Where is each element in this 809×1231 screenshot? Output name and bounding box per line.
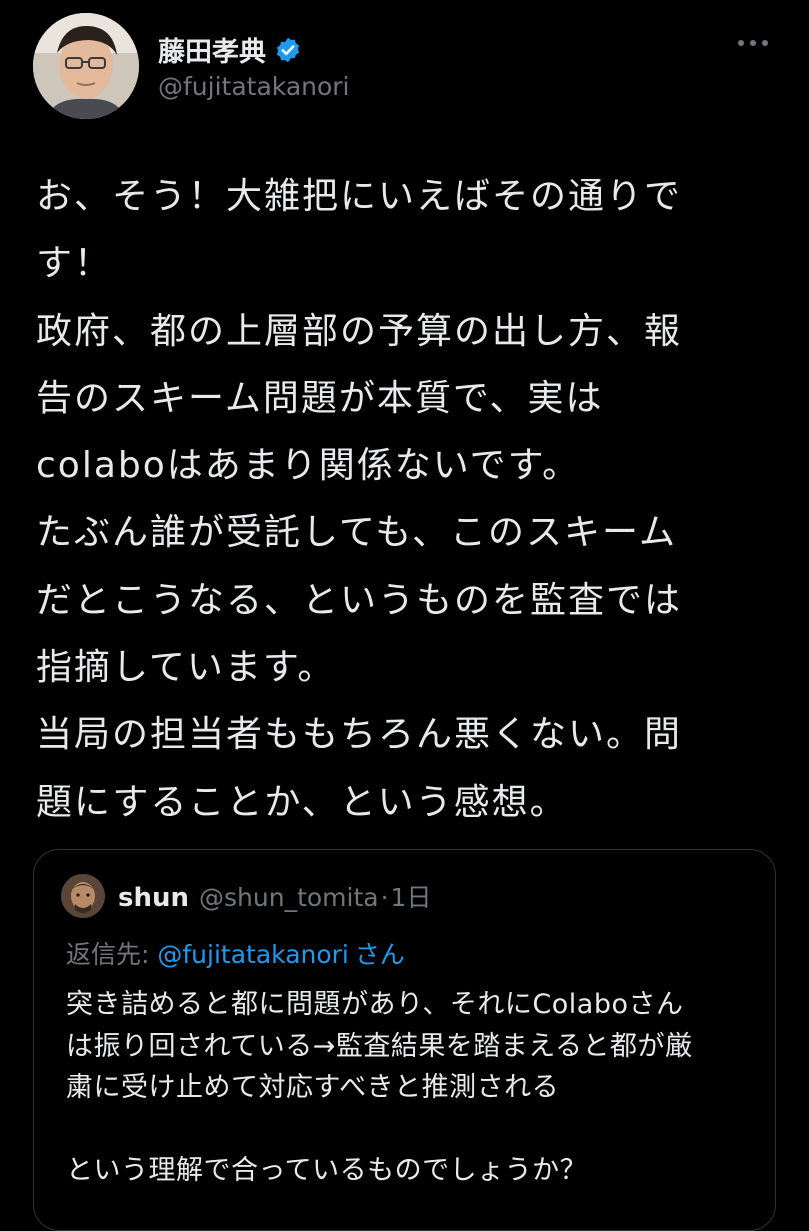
quoted-line: 粛に受け止めて対応すべきと推測される	[66, 1072, 560, 1103]
author-handle[interactable]: @fujitatakanori	[158, 72, 350, 101]
tweet-line: たぶん誰が受託しても、このスキーム	[36, 512, 677, 554]
quoted-line: は振り回されている→監査結果を踏まえると都が厳	[66, 1030, 693, 1062]
author-name-text: 藤田孝典	[158, 37, 266, 68]
tweet-line: 政府、都の上層部の予算の出し方、報	[36, 310, 683, 352]
separator-dot: ·	[380, 883, 389, 912]
tweet-header: 藤田孝典 @fujitatakanori	[0, 0, 809, 140]
tweet-line: す！	[36, 243, 113, 285]
quoted-line	[66, 1109, 756, 1151]
reply-suffix: さん	[354, 940, 405, 969]
tweet-line: 指摘しています。	[36, 647, 336, 689]
quoted-author-name[interactable]: shun	[118, 883, 189, 913]
quoted-tweet[interactable]: shun @shun_tomita · 1日 返信先: @fujitatakan…	[33, 849, 776, 1231]
author-avatar[interactable]	[33, 13, 139, 119]
tweet-line: 題にすることか、という感想。	[36, 781, 568, 823]
tweet-line: 告のスキーム問題が本質で、実は	[36, 377, 604, 419]
more-options-icon[interactable]	[738, 40, 778, 52]
quoted-timestamp[interactable]: 1日	[391, 878, 432, 914]
reply-mention-link[interactable]: @fujitatakanori	[157, 940, 349, 969]
author-name[interactable]: 藤田孝典	[158, 30, 302, 69]
quoted-text: 突き詰めると都に問題があり、それにColaboさん は振り回されている→監査結果…	[66, 984, 756, 1192]
tweet-line: colaboはあまり関係ないです。	[36, 445, 581, 487]
reply-context: 返信先: @fujitatakanori さん	[66, 935, 405, 971]
quoted-author-avatar[interactable]	[61, 874, 105, 918]
tweet-line: お、そう！大雑把にいえばその通りで	[36, 176, 683, 217]
quoted-header: shun @shun_tomita · 1日	[118, 878, 431, 914]
quoted-author-handle[interactable]: @shun_tomita	[199, 883, 379, 912]
quoted-line: 突き詰めると都に問題があり、それにColaboさん	[66, 989, 684, 1020]
quoted-line: という理解で合っているものでしょうか？	[66, 1155, 588, 1186]
verified-badge-icon	[274, 36, 302, 64]
tweet-text: お、そう！大雑把にいえばその通りで す！ 政府、都の上層部の予算の出し方、報 告…	[36, 163, 776, 836]
tweet-line: だとこうなる、というものを監査では	[36, 579, 683, 621]
reply-prefix: 返信先:	[66, 940, 158, 969]
tweet-line: 当局の担当者ももちろん悪くない。問	[36, 714, 683, 756]
